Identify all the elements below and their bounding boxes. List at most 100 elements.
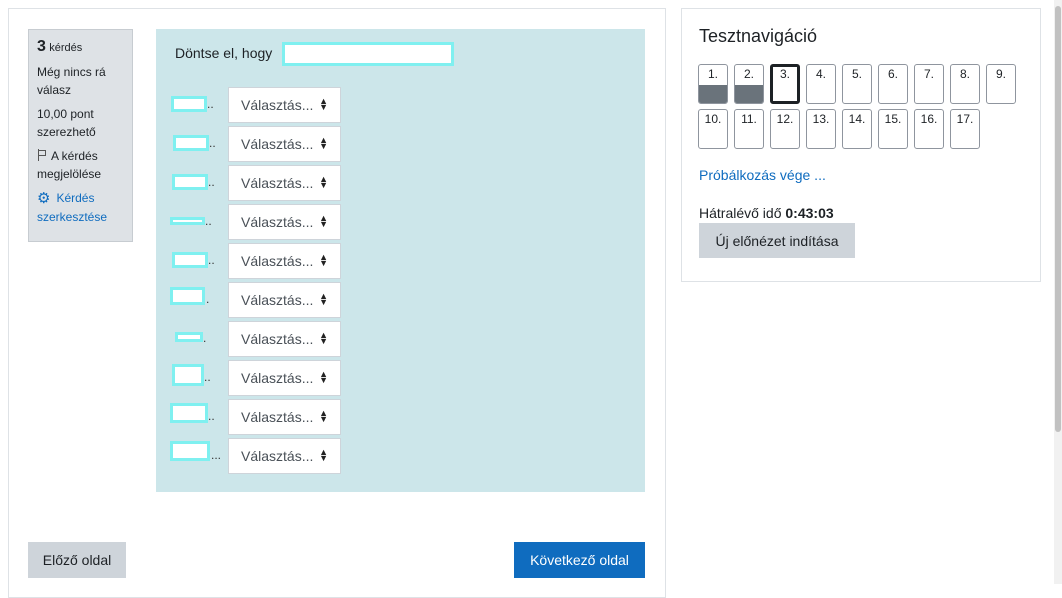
answer-select[interactable]: Választás... ▲ ▼ [228,321,341,357]
nav-question-6[interactable]: 6. [878,64,908,104]
nav-question-1[interactable]: 1. [698,64,728,104]
sort-caret-icon: ▲ ▼ [319,174,328,190]
match-row: .. Választás... ▲ ▼ [156,204,356,240]
finish-attempt-link[interactable]: Próbálkozás vége ... [699,167,826,183]
select-value: Választás... [241,253,314,269]
match-row-label [170,287,205,305]
select-value: Választás... [241,409,314,425]
select-value: Választás... [241,331,314,347]
nav-question-5[interactable]: 5. [842,64,872,104]
match-row: .. Választás... ▲ ▼ [156,165,356,201]
match-row: .. Választás... ▲ ▼ [156,360,356,396]
nav-question-11[interactable]: 11. [734,109,764,149]
gear-icon: ⚙ [37,190,51,207]
sort-caret-icon: ▲ ▼ [319,330,328,346]
answer-select[interactable]: Választás... ▲ ▼ [228,243,341,279]
flag-icon [37,149,47,161]
edit-question-link[interactable]: ⚙ Kérdés szerkesztése [37,189,124,226]
nav-question-4[interactable]: 4. [806,64,836,104]
match-row: .. Választás... ▲ ▼ [156,126,356,162]
nav-question-3[interactable]: 3. [770,64,800,104]
sort-caret-icon: ▲ ▼ [319,96,328,112]
sort-caret-icon: ▲ ▼ [319,213,328,229]
time-left-value: 0:43:03 [785,205,834,221]
scrollbar-thumb[interactable] [1055,6,1061,432]
match-row-dots: . [203,331,207,345]
nav-question-8[interactable]: 8. [950,64,980,104]
previous-page-button[interactable]: Előző oldal [28,542,126,578]
question-info-box: 3 kérdés Még nincs rá válasz 10,00 pont … [28,29,133,242]
sort-caret-icon: ▲ ▼ [319,252,328,268]
answer-select[interactable]: Választás... ▲ ▼ [228,165,341,201]
select-value: Választás... [241,175,314,191]
nav-question-2[interactable]: 2. [734,64,764,104]
select-value: Választás... [241,370,314,386]
match-row-label [172,252,208,268]
match-row: . Választás... ▲ ▼ [156,282,356,318]
answer-select[interactable]: Választás... ▲ ▼ [228,438,341,474]
select-value: Választás... [241,136,314,152]
nav-question-17[interactable]: 17. [950,109,980,149]
match-row-label [172,174,208,190]
answer-select[interactable]: Választás... ▲ ▼ [228,282,341,318]
sort-caret-icon: ▲ ▼ [319,369,328,385]
match-row-dots: .. [207,97,214,111]
nav-question-16[interactable]: 16. [914,109,944,149]
match-row-dots: .. [208,253,215,267]
sort-caret-icon: ▲ ▼ [319,447,328,463]
match-row: .. Választás... ▲ ▼ [156,87,356,123]
match-row-label [170,441,210,461]
flag-question-toggle[interactable]: A kérdés megjelölése [37,147,124,183]
match-row-dots: .. [205,214,212,228]
sort-caret-icon: ▲ ▼ [319,408,328,424]
match-row: ... Választás... ▲ ▼ [156,438,356,474]
question-number: 3 [37,38,46,55]
select-value: Választás... [241,448,314,464]
answer-select[interactable]: Választás... ▲ ▼ [228,126,341,162]
nav-question-12[interactable]: 12. [770,109,800,149]
match-row-dots: . [206,292,210,306]
nav-question-15[interactable]: 15. [878,109,908,149]
match-row-label [171,96,207,112]
match-row-label [175,332,203,342]
nav-question-7[interactable]: 7. [914,64,944,104]
match-row-dots: .. [208,409,215,423]
select-value: Választás... [241,97,314,113]
question-number-word: kérdés [49,42,83,54]
question-text: Döntse el, hogy [175,45,273,61]
match-row-dots: .. [209,136,216,150]
answer-select[interactable]: Választás... ▲ ▼ [228,360,341,396]
answer-select[interactable]: Választás... ▲ ▼ [228,399,341,435]
points-text: 10,00 pont szerezhető [37,107,96,139]
answer-select[interactable]: Választás... ▲ ▼ [228,204,341,240]
match-row-dots: .. [204,370,211,384]
match-row-dots: .. [208,175,215,189]
answer-select[interactable]: Választás... ▲ ▼ [228,87,341,123]
nav-question-13[interactable]: 13. [806,109,836,149]
nav-question-9[interactable]: 9. [986,64,1016,104]
next-page-button[interactable]: Következő oldal [514,542,645,578]
quiz-navigation-title: Tesztnavigáció [699,26,818,46]
match-row: . Választás... ▲ ▼ [156,321,356,357]
nav-question-10[interactable]: 10. [698,109,728,149]
time-left: Hátralévő idő 0:43:03 [699,205,834,221]
new-preview-button[interactable]: Új előnézet indítása [699,223,855,258]
match-row-label [170,217,205,225]
nav-question-14[interactable]: 14. [842,109,872,149]
match-row-dots: ... [211,448,222,462]
sort-caret-icon: ▲ ▼ [319,135,328,151]
match-row-label [172,364,204,386]
quiz-navigation-panel: Tesztnavigáció 1. 2. 3. 4. 5. 6. 7. 8. 9… [681,8,1041,282]
page-scrollbar[interactable] [1054,0,1062,584]
redacted-text [282,42,454,66]
select-value: Választás... [241,214,314,230]
match-row: .. Választás... ▲ ▼ [156,243,356,279]
answer-status: Még nincs rá válasz [37,65,106,97]
match-row-label [173,135,209,151]
sort-caret-icon: ▲ ▼ [319,291,328,307]
select-value: Választás... [241,292,314,308]
match-row-label [170,403,208,423]
match-row: .. Választás... ▲ ▼ [156,399,356,435]
time-left-label: Hátralévő idő [699,205,782,221]
question-content: Döntse el, hogy .. Választás... ▲ ▼ .. Vál… [156,29,645,492]
